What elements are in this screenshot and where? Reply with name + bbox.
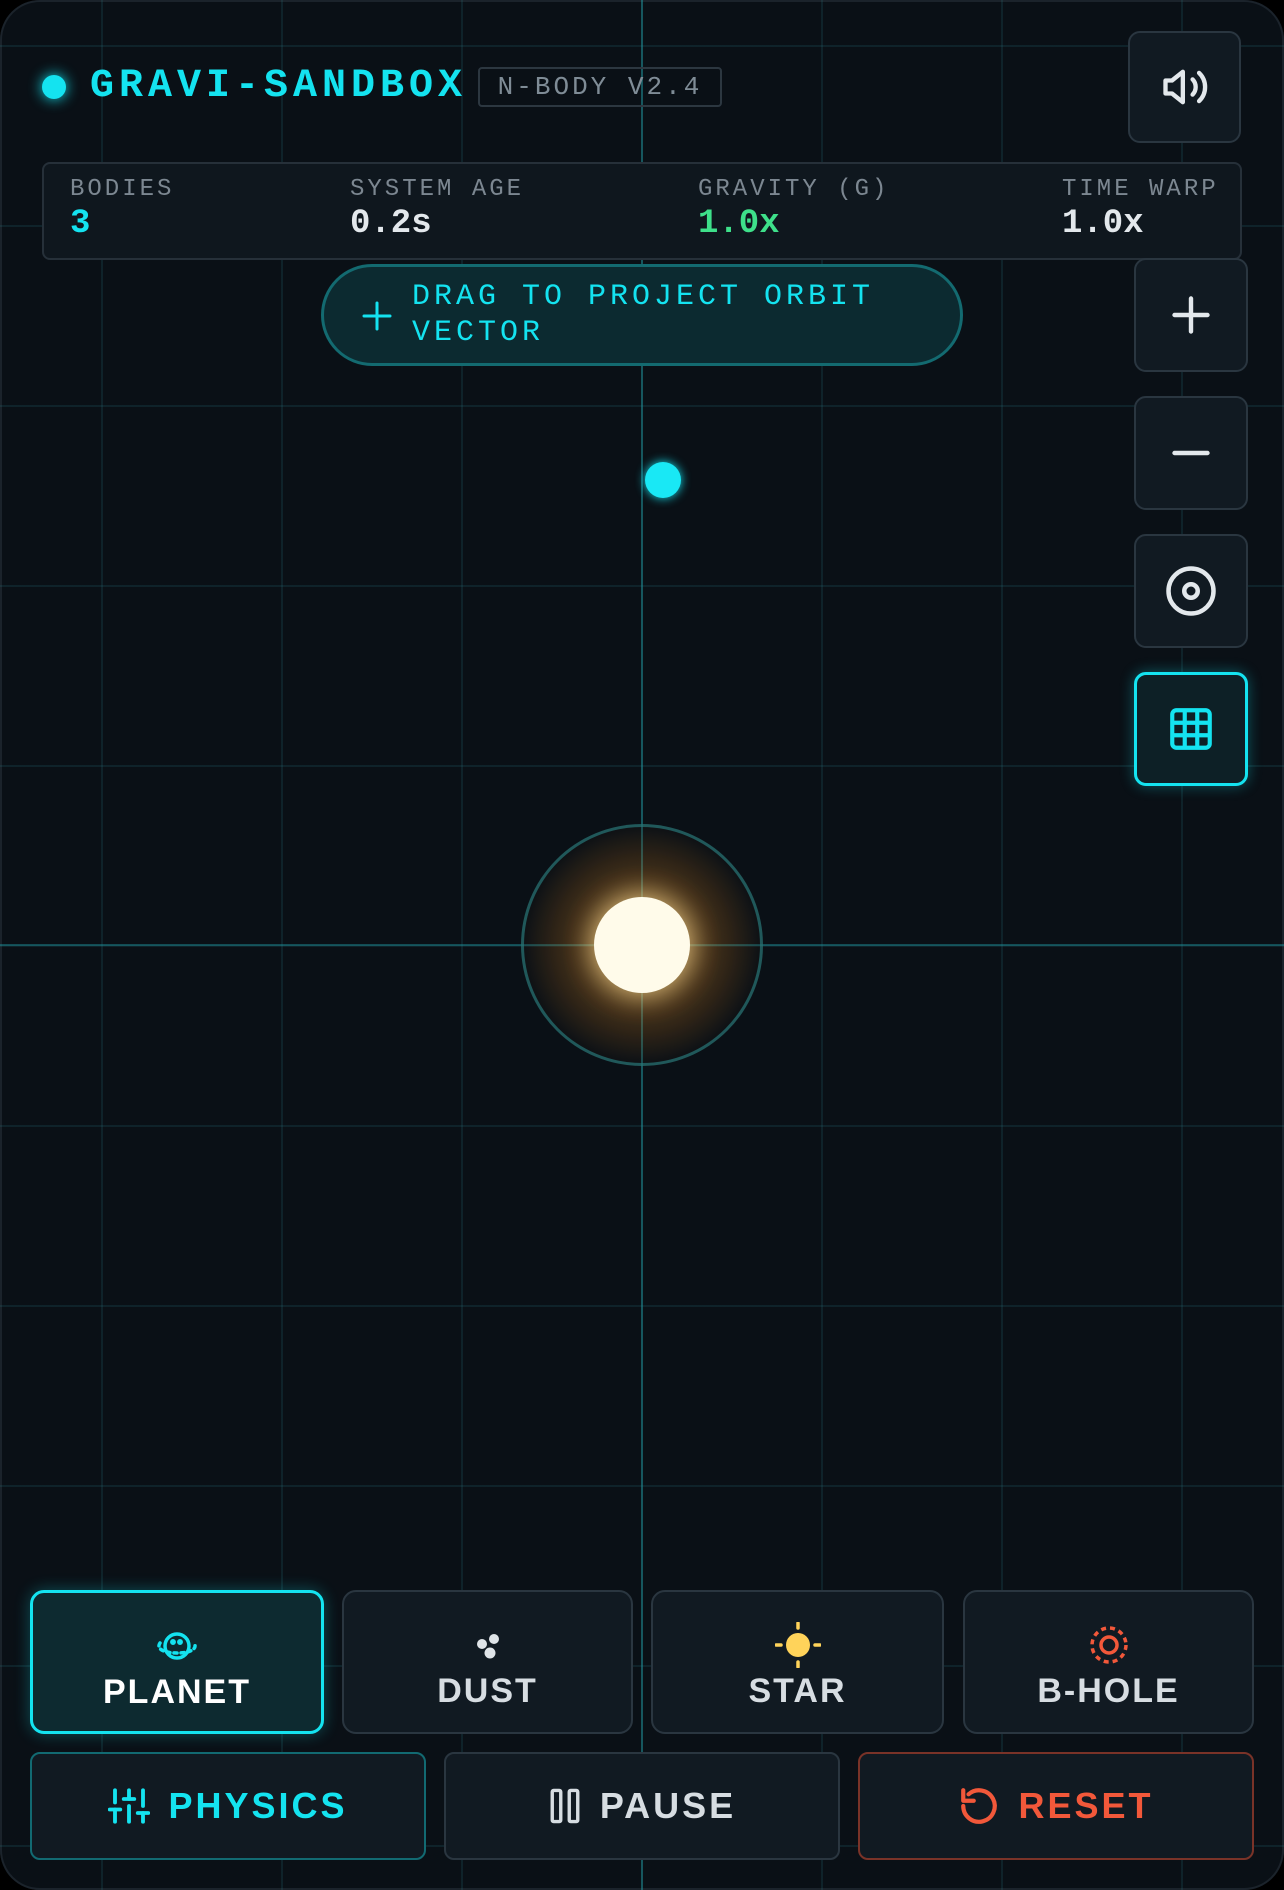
plus-icon	[362, 301, 392, 331]
stat-value: 0.2s	[350, 205, 432, 243]
version-badge: N-BODY V2.4	[478, 67, 722, 107]
sound-button[interactable]	[1128, 31, 1241, 143]
planet-body[interactable]	[645, 462, 681, 498]
grid-toggle-button[interactable]	[1134, 672, 1248, 786]
pause-icon	[550, 1788, 580, 1824]
stat-value: 1.0x	[698, 205, 780, 243]
planet-icon	[157, 1632, 197, 1660]
hint-text: DRAG TO PROJECT ORBIT VECTOR	[412, 280, 875, 350]
physics-button[interactable]: PHYSICS	[30, 1752, 426, 1860]
minus-icon	[1172, 450, 1210, 456]
tool-label: B-HOLE	[1037, 1672, 1180, 1710]
tool-black-hole[interactable]: B-HOLE	[963, 1590, 1254, 1734]
stat-value: 1.0x	[1062, 205, 1144, 243]
reset-button[interactable]: RESET	[858, 1752, 1254, 1860]
tool-dust[interactable]: DUST	[342, 1590, 633, 1734]
grid-icon	[1170, 708, 1212, 750]
sliders-icon	[108, 1788, 151, 1824]
stat-label: SYSTEM AGE	[350, 176, 525, 203]
orbit-hint: DRAG TO PROJECT ORBIT VECTOR	[321, 264, 963, 366]
sandbox-app: GRAVI-SANDBOX N-BODY V2.4 BODIES 3 SYSTE…	[0, 0, 1284, 1890]
pause-button[interactable]: PAUSE	[444, 1752, 840, 1860]
recenter-button[interactable]	[1134, 534, 1248, 648]
app-title: GRAVI-SANDBOX	[90, 64, 468, 109]
dust-icon	[476, 1634, 499, 1659]
action-label: PAUSE	[599, 1785, 737, 1826]
sun-icon	[774, 1622, 821, 1668]
action-label: PHYSICS	[168, 1785, 348, 1826]
action-label: RESET	[1018, 1785, 1154, 1826]
zoom-out-button[interactable]	[1134, 396, 1248, 510]
tool-label: STAR	[748, 1672, 847, 1710]
tool-label: PLANET	[103, 1673, 251, 1711]
black-hole-icon	[1089, 1626, 1128, 1664]
plus-icon	[1172, 296, 1210, 334]
tool-label: DUST	[437, 1672, 538, 1710]
volume-icon	[1162, 69, 1207, 105]
stat-system-age: SYSTEM AGE 0.2s	[350, 176, 524, 243]
target-icon	[1166, 566, 1216, 616]
zoom-in-button[interactable]	[1134, 258, 1248, 372]
stat-bodies: BODIES 3	[70, 176, 174, 243]
star-body[interactable]	[594, 897, 690, 993]
reset-icon	[961, 1788, 998, 1824]
status-dot	[42, 75, 66, 99]
stat-gravity: GRAVITY (G) 1.0x	[698, 176, 889, 243]
stat-label: TIME WARP	[1062, 176, 1219, 203]
tool-planet[interactable]: PLANET	[30, 1590, 324, 1734]
tool-star[interactable]: STAR	[651, 1590, 944, 1734]
stat-label: BODIES	[70, 176, 175, 203]
stat-time-warp: TIME WARP 1.0x	[1062, 176, 1219, 243]
stat-value: 3	[70, 205, 91, 243]
stats-panel: BODIES 3 SYSTEM AGE 0.2s GRAVITY (G) 1.0…	[42, 162, 1242, 260]
stat-label: GRAVITY (G)	[698, 176, 890, 203]
